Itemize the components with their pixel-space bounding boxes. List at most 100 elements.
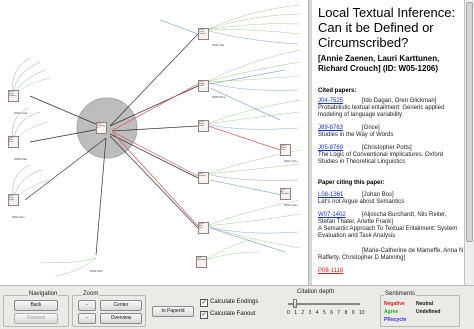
node-label: Harabagiu <box>197 259 207 261</box>
fan <box>204 239 251 261</box>
citation-depth-slider[interactable] <box>288 303 360 305</box>
paper-ref-authors: [Johan Bos] <box>362 192 394 198</box>
calculate-fanout-checkbox[interactable]: ✓ Calculate Fanout <box>200 310 255 319</box>
sentiments-label: Sentiments <box>384 291 417 297</box>
fan <box>205 61 301 83</box>
overview-button[interactable]: Overview <box>100 313 142 324</box>
edge <box>207 125 281 151</box>
forward-button[interactable]: Forward <box>14 313 58 324</box>
graph-node[interactable]: 2003 Grice Studies <box>8 90 19 102</box>
depth-tick-label: 3 <box>308 310 312 316</box>
edge <box>159 19 199 35</box>
node-caption: 2001 Gris.. <box>14 111 29 115</box>
citing-paper-item: L08-1361 [Johan Bos] Let's not Argue abou… <box>318 192 464 206</box>
paper-ref-title: Let's not Argue about Semantics <box>318 199 405 205</box>
graph-node[interactable]: 2007 Zaenen <box>198 172 209 184</box>
graph-node[interactable]: 2005 Local Textual <box>198 28 209 40</box>
fan <box>204 251 261 261</box>
graph-node[interactable]: 2008 Burch. Sem. <box>280 144 291 156</box>
edge <box>209 179 283 196</box>
sentiment-agree: Agree <box>384 309 399 315</box>
edge <box>109 135 199 229</box>
paper-id-link[interactable]: P08-1118 <box>318 268 362 275</box>
calculate-endings-checkbox[interactable]: ✓ Calculate Endings <box>200 298 258 307</box>
depth-tick-label: 9 <box>351 310 355 316</box>
checkbox-icon: ✓ <box>200 299 208 307</box>
fan <box>13 179 49 201</box>
paper-ref-title: A Semantic Approach To Textual Entailmen… <box>318 226 458 239</box>
navigation-label: Navigation <box>28 291 59 297</box>
node-label: Studies <box>9 95 16 97</box>
node-caption: 2001 Alle <box>212 43 225 47</box>
edge <box>209 87 281 121</box>
citing-paper-item: P08-1118 <box>318 268 464 275</box>
fan <box>205 123 299 130</box>
node-label: Prob. <box>199 85 204 87</box>
depth-tick-label: 7 <box>337 310 341 316</box>
fan <box>205 99 301 125</box>
zoom-label: Zoom <box>82 291 100 297</box>
node-caption: 2009 Sato <box>284 203 298 207</box>
sentiment-precycle: PRecycle <box>384 317 407 323</box>
fan <box>205 213 301 227</box>
edge <box>109 133 199 179</box>
slider-thumb[interactable] <box>293 299 298 308</box>
edge <box>112 132 199 227</box>
edge <box>24 137 107 201</box>
calculate-endings-label: Calculate Endings <box>210 299 259 305</box>
paper-detail-panel: Local Textual Inference: Can it be Defin… <box>312 0 464 285</box>
edge <box>112 131 199 177</box>
citation-graph[interactable]: 2001 Learning to... 2005 Local Textual 2… <box>0 0 308 285</box>
graph-node[interactable]: 2006 Harabagiu <box>196 256 207 268</box>
center-button[interactable]: Center <box>100 300 142 311</box>
cited-paper-item: J05-8769 [Christopher Potts] The Logic of… <box>318 145 464 166</box>
node-caption: 2001 Brill <box>90 269 103 273</box>
paper-id-link[interactable]: J89-8763 <box>318 125 362 132</box>
paper-ref-authors: [Christopher Potts] <box>362 145 412 151</box>
node-caption: 2007 Sch.. <box>284 159 299 163</box>
depth-tick-label: 8 <box>344 310 348 316</box>
sentiment-neutral: Neutral <box>416 301 434 307</box>
fan <box>205 23 301 31</box>
depth-tick-label: 4 <box>315 310 319 316</box>
scrollbar-thumb[interactable] <box>466 2 473 242</box>
depth-tick-label: 0 <box>287 310 290 316</box>
to-paperid-button[interactable]: to PaperId <box>152 306 194 317</box>
fan <box>205 163 301 175</box>
calculate-fanout-label: Calculate Fanout <box>210 311 256 317</box>
depth-tick-label: 1 <box>294 310 297 316</box>
paper-id-link[interactable]: J04-7525 <box>318 98 362 105</box>
paper-id-link[interactable]: W07-1402 <box>318 212 362 219</box>
graph-node[interactable]: 2007 de Marneffe <box>280 188 291 200</box>
zoom-in-button[interactable]: - <box>78 300 96 311</box>
fan <box>205 4 301 31</box>
fan <box>205 81 299 91</box>
paper-ref-title: The Logic of Conventional Implicatures. … <box>318 152 444 165</box>
zoom-out-button[interactable]: - <box>78 313 96 324</box>
paper-id-link[interactable]: L08-1361 <box>318 192 362 199</box>
paper-authors: [Annie Zaenen, Lauri Karttunen, Richard … <box>318 54 440 73</box>
depth-tick-label: 10 <box>359 310 365 316</box>
graph-node[interactable]: 2002 Potts Logic <box>8 194 19 206</box>
paper-id-link[interactable]: J05-8769 <box>318 145 362 152</box>
node-label: Let's <box>199 227 204 229</box>
paper-ref-title: Probabilistic textual entailment: Generi… <box>318 105 445 118</box>
edge <box>109 33 199 127</box>
sentiment-negative: Negative <box>384 301 405 307</box>
node-caption: 2005 Dina <box>212 95 226 99</box>
graph-node[interactable]: 2005 Burch. Cond. <box>198 120 209 132</box>
node-label: Zaenen <box>199 175 206 177</box>
node-label: Cond. <box>199 125 205 127</box>
graph-node[interactable]: 2004 Dagan Prob. <box>198 80 209 92</box>
paper-ref-authors: [Grice] <box>362 125 380 131</box>
graph-node[interactable]: 2008 Bos Let's <box>198 222 209 234</box>
back-button[interactable]: Back <box>14 300 58 311</box>
node-label: Textual <box>199 33 206 35</box>
node-label: to... <box>97 127 101 129</box>
paper-title: Local Textual Inference: Can it be Defin… <box>318 5 456 50</box>
fan <box>205 111 301 125</box>
graph-node[interactable]: 2001 Rev. Eval <box>8 136 19 148</box>
graph-node[interactable]: 2001 Learning to... <box>96 122 107 134</box>
node-caption: 2008 Katz <box>14 157 28 161</box>
panel-scrollbar[interactable] <box>464 0 474 285</box>
